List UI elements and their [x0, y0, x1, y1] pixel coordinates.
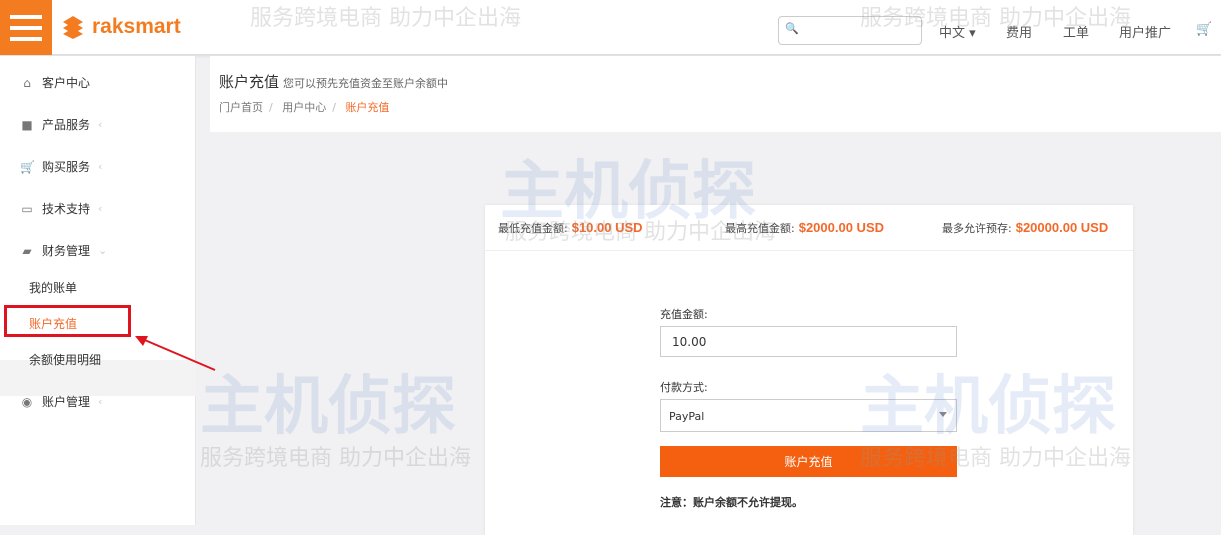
- page-header: 账户充值 您可以预先充值资金至账户余额中 门户首页 / 用户中心 / 账户充值: [210, 56, 1221, 132]
- chevron-left-icon: ‹: [98, 118, 103, 131]
- amount-label: 充值金额:: [660, 308, 708, 321]
- home-icon: ⌂: [23, 75, 31, 90]
- breadcrumb: 门户首页 / 用户中心 / 账户充值: [219, 101, 390, 114]
- search-input[interactable]: 🔍: [778, 16, 922, 45]
- payment-method-select[interactable]: PayPal: [660, 399, 957, 432]
- wallet-icon: ▰: [22, 243, 32, 258]
- note-text: 注意：账户余额不允许提现。: [660, 496, 803, 509]
- max-limit: 最高充值金额: $2000.00 USD: [725, 220, 884, 235]
- menu-toggle-button[interactable]: [0, 0, 52, 55]
- sidebar-item-client-center[interactable]: ⌂ 客户中心: [20, 74, 90, 91]
- sidebar-item-buy[interactable]: 🛒 购买服务 ‹: [20, 158, 102, 175]
- monitor-icon: ▭: [21, 201, 33, 216]
- watermark: 服务跨境电商 助力中企出海: [200, 446, 471, 471]
- sidebar: ⌂ 客户中心 ■ 产品服务 ‹ 🛒 购买服务 ‹ ▭ 技术支持 ‹ ▰ 财务管理 ⌄ 我的账单 账…: [0, 56, 196, 525]
- page-subtitle: 您可以预先充值资金至账户余额中: [283, 77, 449, 90]
- breadcrumb-user-center[interactable]: 用户中心: [282, 101, 326, 114]
- language-dropdown[interactable]: 中文 ▾: [939, 22, 976, 41]
- nav-referral[interactable]: 用户推广: [1119, 22, 1171, 41]
- chevron-left-icon: ‹: [98, 160, 103, 173]
- highlight-box: [4, 305, 131, 337]
- cube-icon: ■: [21, 117, 33, 132]
- page-title: 账户充值: [219, 73, 280, 91]
- recharge-card: 最低充值金额: $10.00 USD 最高充值金额: $2000.00 USD 最多…: [485, 205, 1133, 535]
- caret-down-icon: [939, 412, 947, 417]
- cart-icon[interactable]: 🛒: [1196, 22, 1212, 37]
- limits-bar: 最低充值金额: $10.00 USD 最高充值金额: $2000.00 USD 最多…: [485, 205, 1133, 251]
- nav-tickets[interactable]: 工单: [1063, 22, 1089, 41]
- recharge-button[interactable]: 账户充值: [660, 446, 957, 477]
- user-circle-icon: ◉: [21, 394, 33, 409]
- nav-fees[interactable]: 费用: [1006, 22, 1032, 41]
- min-limit: 最低充值金额: $10.00 USD: [498, 220, 643, 235]
- sidebar-item-finance[interactable]: ▰ 财务管理 ⌄: [20, 242, 107, 259]
- deposit-limit: 最多允许预存: $20000.00 USD: [942, 220, 1109, 235]
- arrow-annotation-icon: [135, 336, 216, 371]
- chevron-down-icon: ⌄: [98, 244, 108, 257]
- watermark: 主机侦探: [200, 370, 456, 444]
- top-bar: raksmart 🔍 中文 ▾ 费用 工单 用户推广 🛒: [0, 0, 1221, 55]
- amount-input[interactable]: 10.00: [660, 326, 957, 357]
- breadcrumb-current: 账户充值: [345, 101, 390, 114]
- sidebar-sub-bills[interactable]: 我的账单: [29, 279, 77, 296]
- sidebar-sub-balance-detail[interactable]: 余额使用明细: [29, 351, 101, 368]
- chevron-left-icon: ‹: [98, 202, 103, 215]
- sidebar-item-products[interactable]: ■ 产品服务 ‹: [20, 116, 102, 133]
- cart-icon: 🛒: [20, 159, 35, 174]
- sidebar-item-account[interactable]: ◉ 账户管理 ‹: [20, 393, 103, 410]
- logo[interactable]: raksmart: [60, 14, 181, 40]
- method-label: 付款方式:: [660, 381, 708, 394]
- search-icon: 🔍: [785, 22, 799, 35]
- raksmart-logo-icon: [63, 16, 83, 39]
- sidebar-item-support[interactable]: ▭ 技术支持 ‹: [20, 200, 102, 217]
- breadcrumb-home[interactable]: 门户首页: [219, 101, 263, 114]
- logo-text: raksmart: [92, 15, 181, 38]
- chevron-left-icon: ‹: [98, 395, 103, 408]
